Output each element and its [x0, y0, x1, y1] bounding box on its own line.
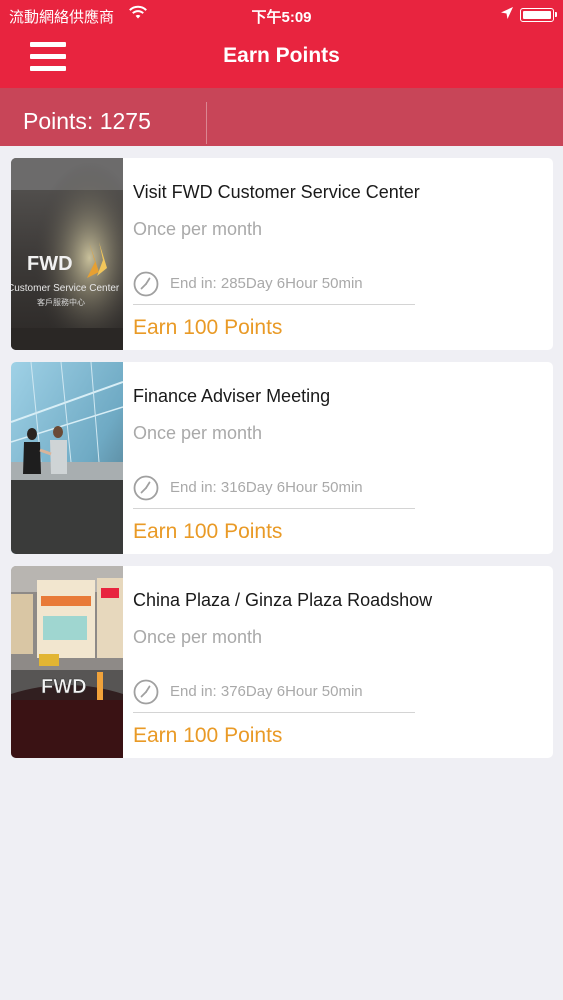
- activity-card[interactable]: Finance Adviser Meeting Once per month E…: [11, 362, 553, 554]
- clock-icon: [133, 271, 159, 297]
- activity-photo: FWD: [11, 566, 123, 758]
- battery-icon: [520, 8, 557, 22]
- clock-time: 下午5:09: [251, 9, 312, 26]
- clock-icon: [133, 475, 159, 501]
- page-title: Earn Points: [223, 44, 340, 67]
- activity-end-time: End in: 285Day 6Hour 50min: [170, 275, 363, 292]
- activity-photo: [11, 362, 123, 554]
- activity-title: Finance Adviser Meeting: [133, 386, 331, 406]
- activity-end-time: End in: 316Day 6Hour 50min: [170, 479, 363, 496]
- card-divider: [133, 712, 415, 713]
- activity-frequency: Once per month: [133, 627, 263, 647]
- activity-title: Visit FWD Customer Service Center: [133, 182, 420, 202]
- activity-earn-points: Earn 100 Points: [133, 316, 283, 339]
- activity-title: China Plaza / Ginza Plaza Roadshow: [133, 590, 433, 610]
- photo-sign-text: Customer Service Center: [11, 283, 120, 294]
- status-bar: 流動網絡供應商 下午5:09: [0, 0, 563, 30]
- location-arrow-icon: [501, 7, 513, 19]
- activity-card[interactable]: FWD Customer Service Center 客戶服務中心 Visit…: [11, 158, 553, 350]
- top-bar: 流動網絡供應商 下午5:09 Earn Points: [0, 0, 563, 88]
- photo-logo-text: FWD: [41, 676, 87, 698]
- activity-frequency: Once per month: [133, 423, 263, 443]
- activity-card[interactable]: FWD China Plaza / Ginza Plaza Roadshow O…: [11, 566, 553, 758]
- card-divider: [133, 508, 415, 509]
- card-divider: [133, 304, 415, 305]
- activity-frequency: Once per month: [133, 219, 263, 239]
- clock-icon: [133, 679, 159, 705]
- points-divider: [206, 102, 207, 144]
- activity-end-time: End in: 376Day 6Hour 50min: [170, 683, 363, 700]
- activity-earn-points: Earn 100 Points: [133, 520, 283, 543]
- points-bar: Points: 1275: [0, 88, 563, 146]
- photo-logo-text: FWD: [27, 253, 73, 275]
- points-label: Points: 1275: [23, 108, 151, 134]
- activity-earn-points: Earn 100 Points: [133, 724, 283, 747]
- activity-photo: FWD Customer Service Center 客戶服務中心: [11, 158, 123, 350]
- photo-sign-cn-text: 客戶服務中心: [37, 297, 85, 307]
